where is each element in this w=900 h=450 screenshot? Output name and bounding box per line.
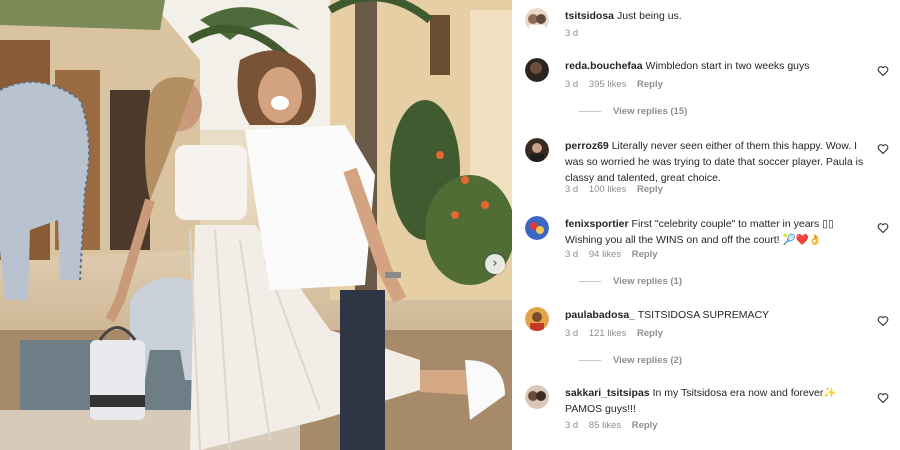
reply-button[interactable]: Reply	[632, 420, 658, 431]
like-heart-icon[interactable]	[877, 222, 889, 234]
comment-time: 3 d	[565, 28, 579, 39]
comment-text: Just being us.	[616, 10, 682, 22]
reply-button[interactable]: Reply	[632, 249, 658, 260]
avatar[interactable]	[525, 385, 549, 409]
comment-body: perroz69 Literally never seen either of …	[565, 138, 873, 186]
comment-username[interactable]: fenixsportier	[565, 218, 629, 230]
comment-meta: 3 d 395 likes Reply	[565, 79, 671, 90]
avatar[interactable]	[525, 58, 549, 82]
comment-username[interactable]: tsitsidosa	[565, 10, 614, 22]
comment-body: sakkari_tsitsipas In my Tsitsidosa era n…	[565, 385, 873, 417]
comment-username[interactable]: reda.bouchefaa	[565, 60, 643, 72]
comment-time: 3 d	[565, 79, 579, 90]
like-heart-icon[interactable]	[877, 315, 889, 327]
comment-meta: 3 d 100 likes Reply	[565, 184, 671, 195]
view-replies-button[interactable]: View replies (2)	[579, 355, 682, 366]
reply-button[interactable]: Reply	[637, 79, 663, 90]
couple-photo-illustration	[0, 0, 512, 450]
comment-meta: 3 d 121 likes Reply	[565, 328, 671, 339]
comments-panel[interactable]: tsitsidosa Just being us. 3 d reda.bouch…	[513, 0, 900, 450]
view-replies-label: View replies (1)	[613, 276, 682, 287]
avatar[interactable]	[525, 216, 549, 240]
comment-likes[interactable]: 85 likes	[589, 420, 621, 431]
avatar[interactable]	[525, 307, 549, 331]
comment-time: 3 d	[565, 184, 579, 195]
comment-body: reda.bouchefaa Wimbledon start in two we…	[565, 58, 873, 74]
view-replies-label: View replies (2)	[613, 355, 682, 366]
comment-text: TSITSIDOSA SUPREMACY	[637, 309, 770, 321]
comment-text: Literally never seen either of them this…	[565, 140, 864, 184]
comment-body: fenixsportier First "celebrity couple" t…	[565, 216, 873, 248]
comment-time: 3 d	[565, 420, 579, 431]
reply-button[interactable]: Reply	[637, 184, 663, 195]
comment-username[interactable]: paulabadosa_	[565, 309, 635, 321]
post-photo[interactable]: ›	[0, 0, 512, 450]
comment-likes[interactable]: 121 likes	[589, 328, 627, 339]
like-heart-icon[interactable]	[877, 65, 889, 77]
like-heart-icon[interactable]	[877, 143, 889, 155]
carousel-next-icon[interactable]: ›	[485, 254, 505, 274]
comment-likes[interactable]: 395 likes	[589, 79, 627, 90]
view-replies-button[interactable]: View replies (15)	[579, 106, 687, 117]
comment-body: tsitsidosa Just being us.	[565, 8, 873, 24]
comment-likes[interactable]: 94 likes	[589, 249, 621, 260]
replies-divider	[579, 280, 601, 282]
view-replies-label: View replies (15)	[613, 106, 688, 117]
comment-time: 3 d	[565, 328, 579, 339]
avatar[interactable]	[525, 138, 549, 162]
comment-time: 3 d	[565, 249, 579, 260]
comment-likes[interactable]: 100 likes	[589, 184, 627, 195]
comment-meta: 3 d 85 likes Reply	[565, 420, 666, 431]
comment-username[interactable]: perroz69	[565, 140, 609, 152]
avatar[interactable]	[525, 8, 549, 32]
comment-meta: 3 d	[565, 28, 586, 39]
replies-divider	[579, 110, 601, 112]
comment-text: Wimbledon start in two weeks guys	[645, 60, 810, 72]
replies-divider	[579, 359, 601, 361]
comment-meta: 3 d 94 likes Reply	[565, 249, 666, 260]
like-heart-icon[interactable]	[877, 392, 889, 404]
view-replies-button[interactable]: View replies (1)	[579, 276, 682, 287]
comment-body: paulabadosa_ TSITSIDOSA SUPREMACY	[565, 307, 873, 323]
comment-username[interactable]: sakkari_tsitsipas	[565, 387, 650, 399]
reply-button[interactable]: Reply	[637, 328, 663, 339]
